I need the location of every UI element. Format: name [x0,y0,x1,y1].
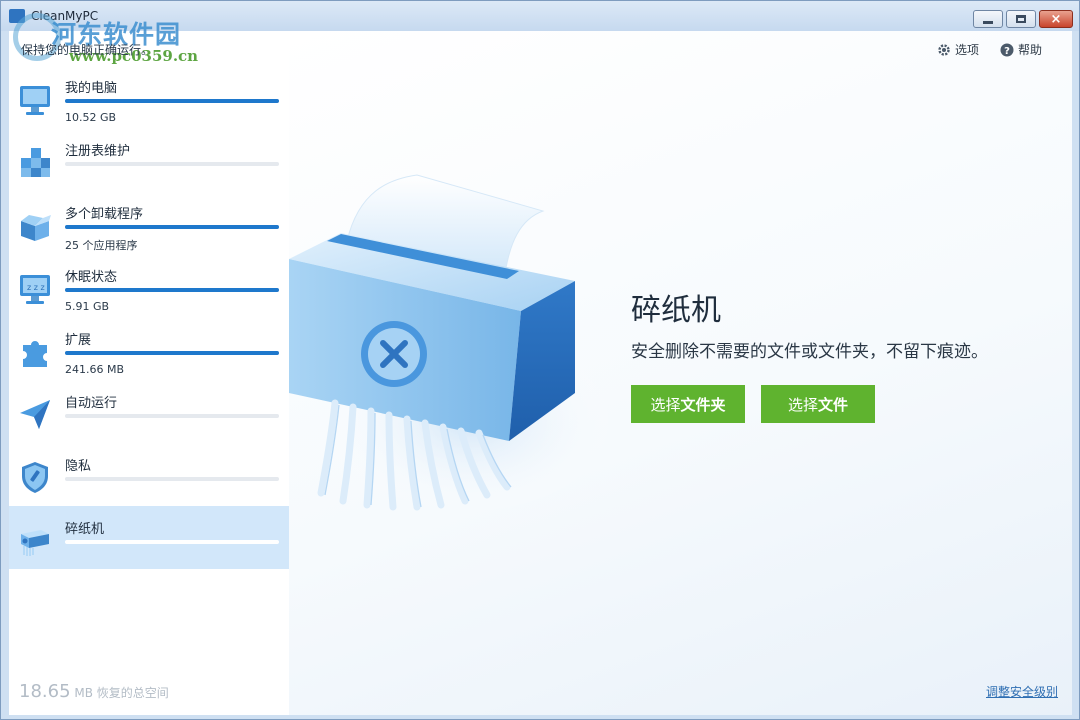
sidebar-item-label: 注册表维护 [65,144,131,159]
main-panel: 选项 ? 帮助 碎纸机 安全删除不需要的文件或文件夹，不留下痕迹。 选择 文件夹… [289,31,1072,715]
svg-text:z z z: z z z [27,283,45,292]
sidebar-item-label: 扩展 [65,333,92,348]
sidebar-item-shredder[interactable]: 碎纸机 [9,506,289,569]
sidebar-item-detail: 241.66 MB [65,363,125,376]
open-box-icon [21,215,51,241]
progress-fill [65,288,279,292]
total-recovered-space: 18.65 MB 恢复的总空间 [19,681,169,702]
window-title: CleanMyPC [31,9,99,23]
sidebar-item-detail: 10.52 GB [65,111,117,124]
sidebar-item-label: 休眠状态 [65,270,118,285]
options-label: 选项 [955,43,980,57]
puzzle-icon [23,341,47,367]
progress-bar [65,414,279,418]
select-folder-strong: 文件夹 [680,395,726,414]
progress-fill [65,99,279,103]
close-button[interactable]: × [1039,10,1073,28]
sidebar-item-extensions[interactable]: 扩展 241.66 MB [9,317,289,380]
sidebar-item-my-computer[interactable]: 我的电脑 10.52 GB [9,65,289,128]
app-subtitle: 保持您的电脑正确运行。 [21,43,154,57]
minimize-button[interactable] [973,10,1003,28]
title-bar[interactable]: CleanMyPC × [1,1,1079,31]
close-icon: × [1050,11,1062,27]
progress-bar [65,162,279,166]
svg-text:?: ? [1004,46,1010,57]
sidebar: 我的电脑 10.52 GB 注册表维护 多个卸载程序 25 个应用程序 z z … [9,31,289,715]
sidebar-item-label: 我的电脑 [65,81,118,96]
select-file-prefix: 选择 [787,395,818,414]
sidebar-item-detail: 5.91 GB [65,300,110,313]
total-space-value: 18.65 [19,681,71,702]
page-title: 碎纸机 [631,293,721,328]
select-folder-button[interactable]: 选择 文件夹 [631,385,745,423]
app-icon [9,9,25,23]
progress-bar [65,351,279,355]
page-description: 安全删除不需要的文件或文件夹，不留下痕迹。 [631,342,988,362]
progress-bar [65,540,279,544]
adjust-security-level-link[interactable]: 调整安全级别 [986,683,1058,700]
app-window: CleanMyPC × 我的电脑 10.52 GB 注册表维护 多个卸载程序 2… [0,0,1080,720]
progress-fill [65,225,279,229]
sidebar-item-label: 碎纸机 [65,522,105,537]
select-folder-prefix: 选择 [650,395,681,414]
sidebar-item-label: 多个卸载程序 [65,207,144,222]
sidebar-item-autorun[interactable]: 自动运行 [9,380,289,443]
gear-icon [938,43,950,56]
shredder-icon [21,530,49,556]
progress-bar [65,477,279,481]
sidebar-item-hibernation[interactable]: z z z 休眠状态 5.91 GB [9,254,289,317]
total-space-unit: MB 恢复的总空间 [74,686,169,700]
sidebar-item-detail: 25 个应用程序 [65,239,138,252]
select-file-strong: 文件 [818,395,849,414]
help-label: 帮助 [1018,43,1043,57]
progress-bar [65,225,279,229]
progress-bar [65,288,279,292]
progress-bar [65,99,279,103]
shredder-illustration [289,174,619,511]
sleep-monitor-icon: z z z [20,275,50,304]
help-icon: ? [1000,43,1014,57]
sidebar-item-uninstaller[interactable]: 多个卸载程序 25 个应用程序 [9,191,289,254]
paper-plane-icon [20,400,50,429]
maximize-icon [1016,15,1026,23]
select-file-button[interactable]: 选择 文件 [761,385,875,423]
monitor-icon [20,86,50,115]
shield-brush-icon [22,462,48,493]
progress-fill [65,351,279,355]
options-link[interactable]: 选项 [937,41,979,58]
help-link[interactable]: ? 帮助 [1000,41,1042,58]
sidebar-item-privacy[interactable]: 隐私 [9,443,289,506]
sidebar-item-label: 自动运行 [65,396,118,411]
sidebar-item-label: 隐私 [65,459,92,474]
minimize-icon [983,20,993,24]
maximize-button[interactable] [1006,10,1036,28]
sidebar-item-registry[interactable]: 注册表维护 [9,128,289,191]
registry-cubes-icon [21,148,50,177]
